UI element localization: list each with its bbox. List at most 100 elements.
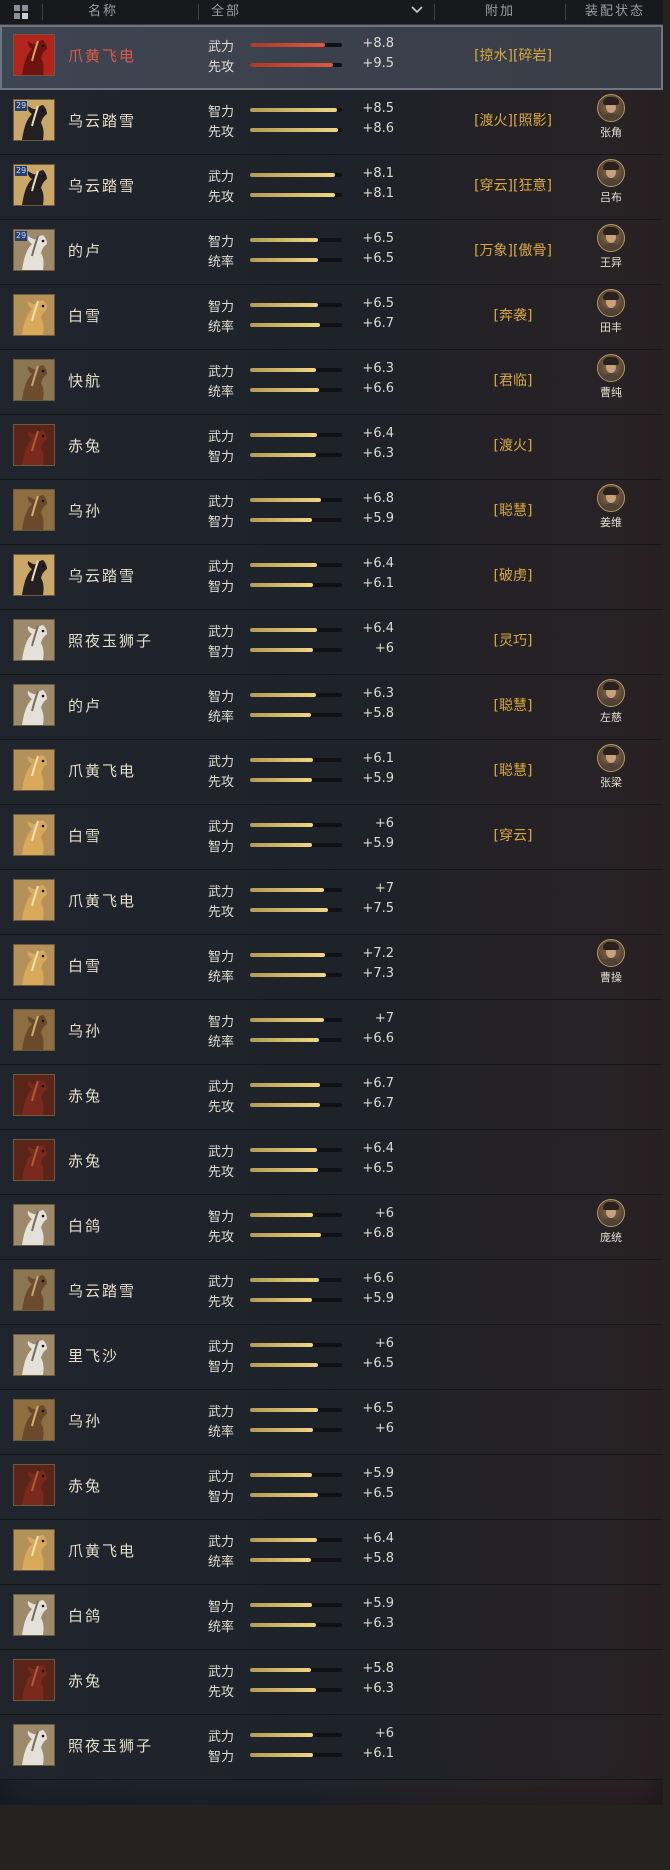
equipped-general[interactable]: 左慈 bbox=[596, 679, 626, 725]
horse-row[interactable]: 乌孙 武力 +6.5 统率 +6 bbox=[0, 1390, 663, 1455]
stat-value: +7 bbox=[374, 881, 394, 896]
horse-row[interactable]: 里飞沙 武力 +6 智力 +6.5 bbox=[0, 1325, 663, 1390]
horse-row[interactable]: 快航 武力 +6.3 统率 +6.6 [君临] 曹纯 bbox=[0, 350, 663, 415]
stat-bar bbox=[250, 1233, 342, 1237]
horse-name: 快航 bbox=[68, 372, 103, 390]
horse-icon: 29 bbox=[13, 164, 55, 206]
equipped-general[interactable]: 张梁 bbox=[596, 744, 626, 790]
stat-value: +6.4 bbox=[362, 426, 394, 441]
horse-row[interactable]: 赤兔 武力 +5.8 先攻 +6.3 bbox=[0, 1650, 663, 1715]
horse-row[interactable]: 乌云踏雪 武力 +6.6 先攻 +5.9 bbox=[0, 1260, 663, 1325]
horse-name: 照夜玉狮子 bbox=[68, 632, 154, 650]
horse-row[interactable]: 29 乌云踏雪 智力 +8.5 先攻 +8.6 [渡火][照影] 张角 bbox=[0, 90, 663, 155]
horse-icon bbox=[13, 1464, 55, 1506]
general-name: 张梁 bbox=[600, 776, 622, 789]
column-header-name[interactable]: 名称 bbox=[88, 0, 118, 24]
stat-value: +7 bbox=[374, 1011, 394, 1026]
stat-bar-fill bbox=[250, 388, 319, 392]
stat-bar-fill bbox=[250, 303, 318, 307]
equipped-general[interactable]: 田丰 bbox=[596, 289, 626, 335]
horse-icon bbox=[13, 1529, 55, 1571]
stat-bar bbox=[250, 193, 342, 197]
grid-view-icon[interactable] bbox=[14, 5, 28, 19]
stat-label: 智力 bbox=[208, 1750, 235, 1765]
stat-bar-fill bbox=[250, 1538, 317, 1542]
stat-bar-fill bbox=[250, 1623, 316, 1627]
horse-row[interactable]: 的卢 智力 +6.3 统率 +5.8 [聪慧] 左慈 bbox=[0, 675, 663, 740]
general-name: 姜维 bbox=[600, 516, 622, 529]
chevron-down-icon[interactable] bbox=[411, 6, 423, 14]
horse-row[interactable]: 白雪 智力 +7.2 统率 +7.3 曹操 bbox=[0, 935, 663, 1000]
horse-row[interactable]: 乌孙 武力 +6.8 智力 +5.9 [聪慧] 姜维 bbox=[0, 480, 663, 545]
stat-bar bbox=[250, 1083, 342, 1087]
horse-row[interactable]: 赤兔 武力 +6.7 先攻 +6.7 bbox=[0, 1065, 663, 1130]
stat-value: +6 bbox=[374, 1421, 394, 1436]
stat-bar-fill bbox=[250, 1298, 312, 1302]
horse-row[interactable]: 赤兔 武力 +6.4 先攻 +6.5 bbox=[0, 1130, 663, 1195]
horse-row[interactable]: 爪黄飞电 武力 +8.8 先攻 +9.5 [掠水][碎岩] bbox=[0, 25, 663, 90]
stat-label: 先攻 bbox=[208, 1230, 235, 1245]
column-header-status[interactable]: 装配状态 bbox=[585, 0, 645, 24]
stat-label: 武力 bbox=[208, 1080, 235, 1095]
stat-label: 统率 bbox=[208, 255, 235, 270]
horse-row[interactable]: 爪黄飞电 武力 +7 先攻 +7.5 bbox=[0, 870, 663, 935]
horse-row[interactable]: 赤兔 武力 +5.9 智力 +6.5 bbox=[0, 1455, 663, 1520]
stat-label: 统率 bbox=[208, 1620, 235, 1635]
filter-dropdown[interactable]: 全部 bbox=[211, 0, 241, 24]
horse-icon bbox=[13, 34, 55, 76]
general-avatar bbox=[597, 679, 625, 707]
equipped-general[interactable]: 张角 bbox=[596, 94, 626, 140]
horse-icon bbox=[13, 1139, 55, 1181]
extra-traits: [渡火][照影] bbox=[474, 113, 552, 129]
horse-name: 的卢 bbox=[68, 697, 103, 715]
stat-value: +5.9 bbox=[362, 511, 394, 526]
tier-badge: 29 bbox=[15, 231, 28, 241]
stat-bar-fill bbox=[250, 1083, 320, 1087]
horse-row[interactable]: 照夜玉狮子 武力 +6 智力 +6.1 bbox=[0, 1715, 663, 1780]
horse-row[interactable]: 爪黄飞电 武力 +6.1 先攻 +5.9 [聪慧] 张梁 bbox=[0, 740, 663, 805]
stat-value: +6.1 bbox=[362, 576, 394, 591]
equipped-general[interactable]: 曹操 bbox=[596, 939, 626, 985]
horse-row[interactable]: 白雪 武力 +6 智力 +5.9 [穿云] bbox=[0, 805, 663, 870]
stat-bar-fill bbox=[250, 258, 318, 262]
equipped-general[interactable]: 吕布 bbox=[596, 159, 626, 205]
horse-icon bbox=[13, 294, 55, 336]
equipped-general[interactable]: 庞统 bbox=[596, 1199, 626, 1245]
horse-row[interactable]: 赤兔 武力 +6.4 智力 +6.3 [渡火] bbox=[0, 415, 663, 480]
equipped-general[interactable]: 姜维 bbox=[596, 484, 626, 530]
equipped-general[interactable]: 王异 bbox=[596, 224, 626, 270]
extra-traits: [渡火] bbox=[493, 438, 533, 454]
horse-row[interactable]: 白鸽 智力 +6 先攻 +6.8 庞统 bbox=[0, 1195, 663, 1260]
stat-value: +6.3 bbox=[362, 1616, 394, 1631]
stat-label: 智力 bbox=[208, 235, 235, 250]
stat-value: +6.6 bbox=[362, 381, 394, 396]
stat-bar bbox=[250, 1148, 342, 1152]
stat-label: 先攻 bbox=[208, 905, 235, 920]
horse-row[interactable]: 29 乌云踏雪 武力 +8.1 先攻 +8.1 [穿云][狂意] 吕布 bbox=[0, 155, 663, 220]
stat-bar-fill bbox=[250, 1733, 313, 1737]
general-name: 曹纯 bbox=[600, 386, 622, 399]
list-header: 名称 全部 附加 装配状态 bbox=[0, 0, 663, 25]
horse-row[interactable]: 照夜玉狮子 武力 +6.4 智力 +6 [灵巧] bbox=[0, 610, 663, 675]
stat-bar bbox=[250, 388, 342, 392]
stat-bar bbox=[250, 973, 342, 977]
horse-name: 爪黄飞电 bbox=[68, 762, 137, 780]
stat-bar bbox=[250, 1428, 342, 1432]
general-name: 王异 bbox=[600, 256, 622, 269]
stat-bar bbox=[250, 173, 342, 177]
column-header-extra[interactable]: 附加 bbox=[485, 0, 515, 24]
stat-value: +6.5 bbox=[362, 251, 394, 266]
horse-row[interactable]: 爪黄飞电 武力 +6.4 统率 +5.8 bbox=[0, 1520, 663, 1585]
horse-row[interactable]: 29 的卢 智力 +6.5 统率 +6.5 [万象][傲骨] 王异 bbox=[0, 220, 663, 285]
horse-row[interactable]: 乌孙 智力 +7 统率 +6.6 bbox=[0, 1000, 663, 1065]
horse-icon bbox=[13, 814, 55, 856]
extra-traits: [聪慧] bbox=[493, 503, 533, 519]
stat-bar bbox=[250, 63, 342, 67]
equipped-general[interactable]: 曹纯 bbox=[596, 354, 626, 400]
horse-row[interactable]: 白雪 智力 +6.5 统率 +6.7 [奔袭] 田丰 bbox=[0, 285, 663, 350]
stat-value: +6.4 bbox=[362, 621, 394, 636]
horse-row[interactable]: 白鸽 智力 +5.9 统率 +6.3 bbox=[0, 1585, 663, 1650]
horse-row[interactable]: 乌云踏雪 武力 +6.4 智力 +6.1 [破虏] bbox=[0, 545, 663, 610]
stat-label: 先攻 bbox=[208, 1100, 235, 1115]
stat-value: +6.8 bbox=[362, 1226, 394, 1241]
